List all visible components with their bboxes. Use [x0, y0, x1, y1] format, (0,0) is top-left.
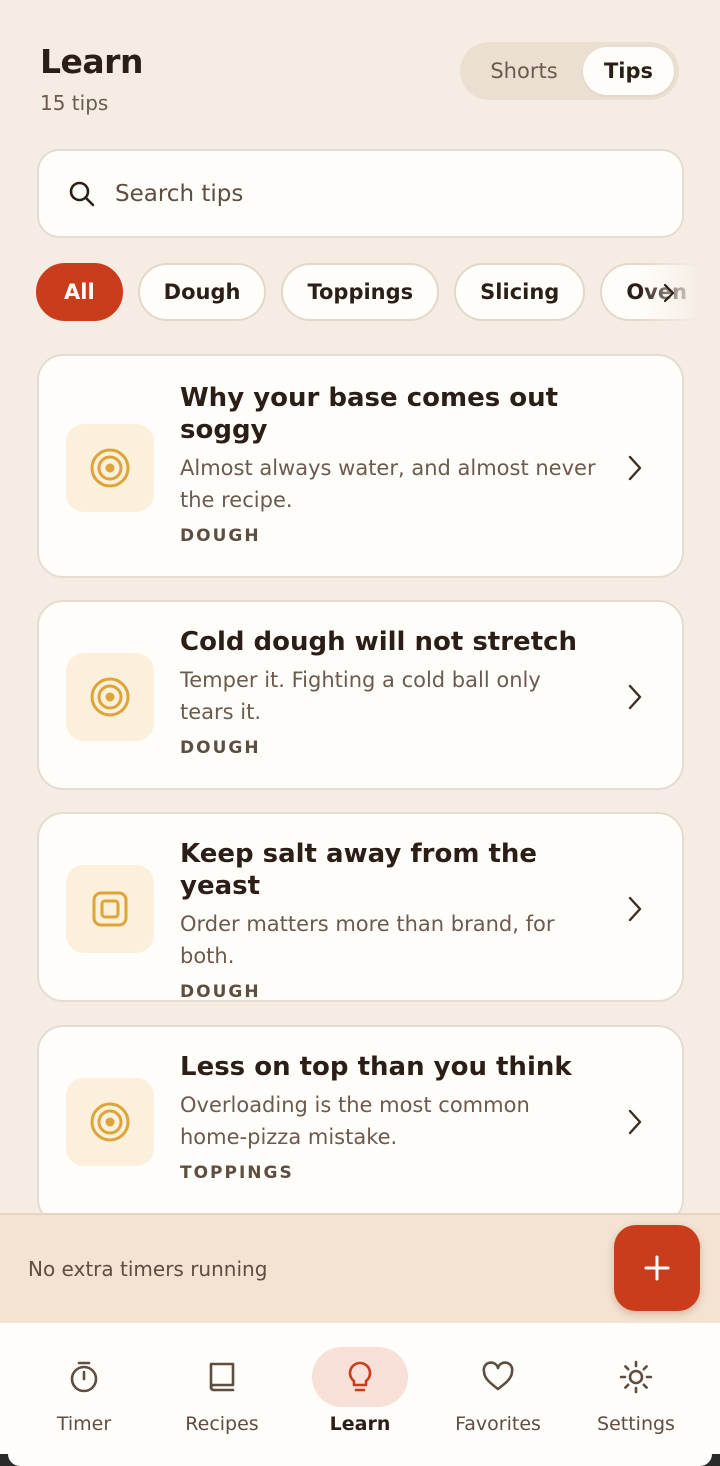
chevron-right-icon [628, 455, 642, 481]
search-input[interactable] [115, 180, 595, 207]
tip-card[interactable]: Why your base comes out soggy Almost alw… [37, 354, 684, 578]
nav-label: Favorites [455, 1413, 541, 1435]
add-timer-button[interactable] [614, 1225, 700, 1311]
page-title: Learn [40, 42, 143, 81]
nav-label: Settings [597, 1413, 675, 1435]
plus-icon [644, 1255, 670, 1281]
gesture-area [0, 1454, 720, 1466]
stopwatch-icon [70, 1361, 98, 1393]
nav-settings[interactable]: Settings [567, 1323, 705, 1454]
tip-title: Cold dough will not stretch [180, 627, 578, 657]
tip-description: Overloading is the most common home-pizz… [180, 1093, 530, 1149]
book-icon [209, 1362, 235, 1392]
tip-description: Almost always water, and almost never th… [180, 456, 596, 512]
tip-category: DOUGH [180, 982, 261, 1002]
heart-icon [482, 1361, 514, 1391]
tip-description: Order matters more than brand, for both. [180, 912, 555, 968]
tip-description: Temper it. Fighting a cold ball only tea… [180, 668, 541, 724]
tip-title: Why your base comes out soggy [180, 383, 559, 445]
concentric-circle-icon [90, 448, 130, 488]
tip-category: DOUGH [180, 738, 261, 758]
tip-thumbnail [66, 865, 154, 953]
tip-card[interactable]: Cold dough will not stretch Temper it. F… [37, 600, 684, 790]
chevron-right-icon [663, 283, 675, 303]
timers-status: No extra timers running [28, 1257, 268, 1281]
tip-title: Keep salt away from the yeast [180, 839, 538, 901]
concentric-circle-icon [90, 677, 130, 717]
tip-category: DOUGH [180, 526, 261, 546]
concentric-circle-icon [90, 1102, 130, 1142]
nav-favorites[interactable]: Favorites [429, 1323, 567, 1454]
chips-scroll-hint[interactable] [640, 263, 720, 323]
tip-category: TOPPINGS [180, 1163, 294, 1183]
nav-label: Timer [56, 1413, 112, 1435]
chevron-right-icon [628, 1109, 642, 1135]
nav-timer[interactable]: Timer [15, 1323, 153, 1454]
tip-thumbnail [66, 1078, 154, 1166]
tip-count: 15 tips [40, 91, 109, 115]
square-target-icon [92, 891, 128, 927]
bottom-nav: Timer Recipes Learn Favorites Settings [0, 1323, 720, 1454]
chip-all[interactable]: All [36, 263, 123, 321]
nav-label: Learn [329, 1413, 391, 1435]
lightbulb-icon [348, 1361, 372, 1392]
nav-learn[interactable]: Learn [291, 1323, 429, 1454]
tip-thumbnail [66, 653, 154, 741]
tip-card[interactable]: Less on top than you think Overloading i… [37, 1025, 684, 1225]
nav-label: Recipes [185, 1413, 259, 1435]
chip-dough[interactable]: Dough [137, 263, 267, 321]
chevron-right-icon [628, 684, 642, 710]
tip-title: Less on top than you think [180, 1052, 572, 1082]
tip-card[interactable]: Keep salt away from the yeast Order matt… [37, 812, 684, 1002]
toggle-tips[interactable]: Tips [583, 47, 674, 95]
chip-slicing[interactable]: Slicing [454, 263, 586, 321]
category-filters: All Dough Toppings Slicing Oven [36, 263, 720, 323]
timers-bar: No extra timers running [0, 1213, 720, 1323]
toggle-shorts[interactable]: Shorts [465, 47, 583, 95]
gear-icon [619, 1360, 653, 1394]
nav-recipes[interactable]: Recipes [153, 1323, 291, 1454]
header: Learn 15 tips [40, 42, 143, 115]
view-toggle: Shorts Tips [460, 42, 679, 100]
search-box[interactable] [37, 149, 684, 238]
search-icon [69, 181, 95, 206]
chevron-right-icon [628, 896, 642, 922]
chip-toppings[interactable]: Toppings [281, 263, 440, 321]
tip-thumbnail [66, 424, 154, 512]
